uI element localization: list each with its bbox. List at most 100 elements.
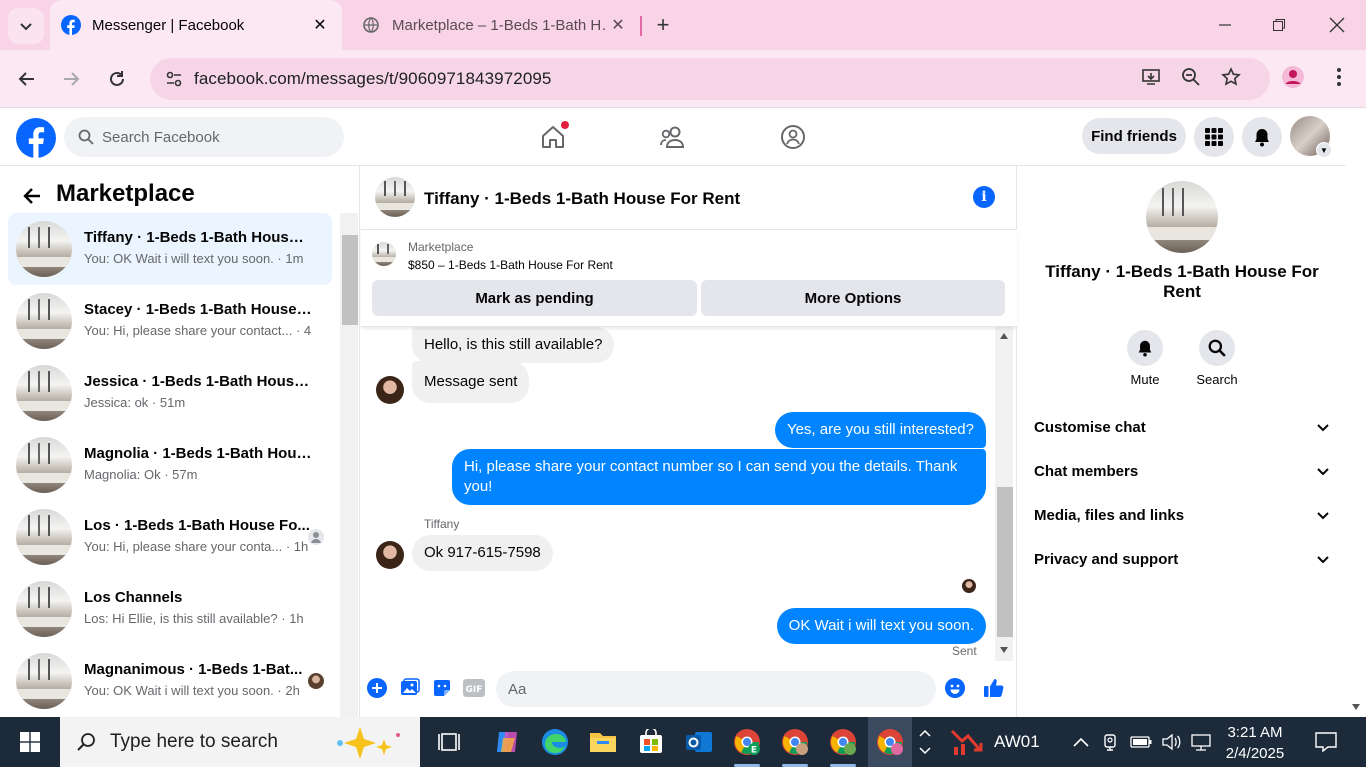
listing-price-title[interactable]: $850 – 1-Beds 1-Bath House For Rent (408, 258, 613, 272)
conversation-preview: You: Hi, please share your contact... · … (84, 323, 312, 338)
address-bar[interactable]: facebook.com/messages/t/9060971843972095 (150, 58, 1270, 100)
nav-groups[interactable] (773, 120, 813, 154)
profile-button[interactable] (1276, 60, 1310, 94)
sender-avatar[interactable] (376, 376, 404, 404)
notifications-button[interactable] (1242, 117, 1282, 157)
camera-tray-icon[interactable] (1100, 731, 1122, 753)
back-button[interactable] (10, 62, 44, 96)
site-settings-icon[interactable] (154, 70, 194, 88)
install-app-button[interactable] (1134, 60, 1168, 94)
browser-menu-button[interactable] (1322, 60, 1356, 94)
task-view-button[interactable] (432, 725, 466, 759)
conversation-preview: You: Hi, please share your conta... · 1h (84, 539, 309, 554)
zoom-button[interactable] (1174, 60, 1208, 94)
chat-info-avatar[interactable] (1146, 181, 1218, 253)
customise-chat-section[interactable]: Customise chat (1026, 405, 1338, 449)
mute-button[interactable]: Mute (1109, 330, 1181, 387)
conversation-preview: Jessica: ok · 51m (84, 395, 186, 410)
conversation-item[interactable]: Tiffany · 1-Beds 1-Bath House F... You: … (8, 213, 332, 285)
edge-app[interactable] (538, 725, 572, 759)
notification-center-button[interactable] (1314, 731, 1338, 753)
chrome-app-active[interactable] (868, 717, 912, 767)
conversation-item[interactable]: Stacey · 1-Beds 1-Bath House F... You: H… (8, 285, 332, 357)
weather-widget[interactable]: AW01 (950, 717, 1040, 767)
sticker-button[interactable] (431, 677, 453, 699)
conversation-item[interactable]: Los · 1-Beds 1-Bath House Fo... You: Hi,… (8, 501, 332, 573)
battery-tray-icon[interactable] (1130, 731, 1152, 753)
gif-button[interactable]: GIF (463, 677, 485, 699)
close-window-button[interactable] (1308, 0, 1366, 50)
mark-as-pending-button[interactable]: Mark as pending (372, 280, 697, 316)
emoji-button[interactable] (944, 677, 966, 699)
conversation-scrollbar[interactable] (340, 213, 358, 717)
network-tray-icon[interactable] (1190, 731, 1212, 753)
chevron-down-icon[interactable]: ▼ (1316, 142, 1332, 158)
copilot-app[interactable] (490, 725, 524, 759)
search-in-conversation-button[interactable]: Search (1181, 330, 1253, 387)
scrollbar-thumb[interactable] (342, 235, 358, 325)
taskbar-overflow-arrows[interactable] (916, 725, 934, 759)
menu-button[interactable] (1194, 117, 1234, 157)
listing-thumbnail[interactable] (372, 242, 396, 266)
chat-avatar[interactable] (375, 177, 415, 217)
scrollbar-thumb[interactable] (997, 487, 1013, 637)
conversation-item[interactable]: Magnanimous · 1-Beds 1-Bat... You: OK Wa… (8, 645, 332, 717)
facebook-logo-icon[interactable] (16, 118, 56, 158)
maximize-button[interactable] (1250, 0, 1308, 50)
bookmark-button[interactable] (1214, 60, 1248, 94)
back-button[interactable] (18, 182, 46, 210)
media-files-links-section[interactable]: Media, files and links (1026, 493, 1338, 537)
reload-button[interactable] (100, 62, 134, 96)
tab-messenger[interactable]: Messenger | Facebook ✕ (50, 0, 342, 50)
taskbar-search-box[interactable]: Type here to search (60, 717, 420, 767)
sender-avatar[interactable] (376, 541, 404, 569)
show-hidden-icons-button[interactable] (1070, 731, 1092, 753)
new-tab-button[interactable]: + (650, 12, 676, 38)
more-actions-button[interactable] (366, 677, 388, 699)
info-icon[interactable]: i (973, 186, 995, 208)
facebook-search-input[interactable]: Search Facebook (64, 117, 344, 157)
chrome-app-profile-2[interactable] (778, 725, 812, 767)
file-explorer-app[interactable] (586, 725, 620, 759)
conversation-name: Stacey · 1-Beds 1-Bath House F... (84, 301, 312, 318)
chevron-down-icon (919, 747, 931, 755)
nav-friends[interactable] (653, 120, 693, 154)
tab-search-button[interactable] (8, 8, 44, 44)
tab-close-icon[interactable]: ✕ (308, 13, 332, 37)
privacy-support-section[interactable]: Privacy and support (1026, 537, 1338, 581)
chrome-app-profile-3[interactable] (826, 725, 860, 767)
install-icon (1142, 69, 1160, 85)
tab-marketplace[interactable]: Marketplace – 1-Beds 1-Bath H… ✕ (350, 0, 640, 50)
seen-status-icon (308, 529, 324, 545)
clock-time: 3:21 AM (1227, 724, 1283, 741)
microsoft-store-app[interactable] (634, 725, 668, 759)
conversation-item[interactable]: Los Channels Los: Hi Ellie, is this stil… (8, 573, 332, 645)
page-scrollbar[interactable] (1346, 108, 1366, 717)
tab-close-icon[interactable]: ✕ (606, 13, 630, 37)
minimize-button[interactable] (1196, 0, 1254, 50)
chrome-app-profile-e[interactable]: E (730, 725, 764, 767)
chat-title[interactable]: Tiffany · 1-Beds 1-Bath House For Rent (424, 189, 740, 209)
chat-scrollbar[interactable] (995, 327, 1013, 661)
scroll-up-icon[interactable] (1000, 333, 1008, 339)
volume-tray-icon[interactable] (1160, 731, 1182, 753)
section-label: Privacy and support (1034, 550, 1179, 568)
message-input[interactable]: Aa (496, 671, 936, 707)
start-button[interactable] (0, 717, 60, 767)
taskbar-clock[interactable]: 3:21 AM 2/4/2025 (1222, 722, 1288, 764)
more-options-button[interactable]: More Options (701, 280, 1005, 316)
conversation-item[interactable]: Jessica · 1-Beds 1-Bath House F... Jessi… (8, 357, 332, 429)
svg-text:GIF: GIF (466, 685, 483, 695)
listing-avatar (16, 509, 72, 565)
minimize-icon (1219, 24, 1231, 26)
scroll-down-icon[interactable] (1000, 647, 1008, 653)
outlook-app[interactable] (682, 725, 716, 759)
find-friends-button[interactable]: Find friends (1082, 118, 1186, 154)
attach-photo-button[interactable] (399, 677, 421, 699)
like-button[interactable] (983, 677, 1005, 699)
forward-button[interactable] (54, 62, 88, 96)
conversation-item[interactable]: Magnolia · 1-Beds 1-Bath Hous... Magnoli… (8, 429, 332, 501)
nav-home[interactable] (533, 120, 573, 154)
scroll-down-icon[interactable] (1352, 704, 1360, 710)
chat-members-section[interactable]: Chat members (1026, 449, 1338, 493)
